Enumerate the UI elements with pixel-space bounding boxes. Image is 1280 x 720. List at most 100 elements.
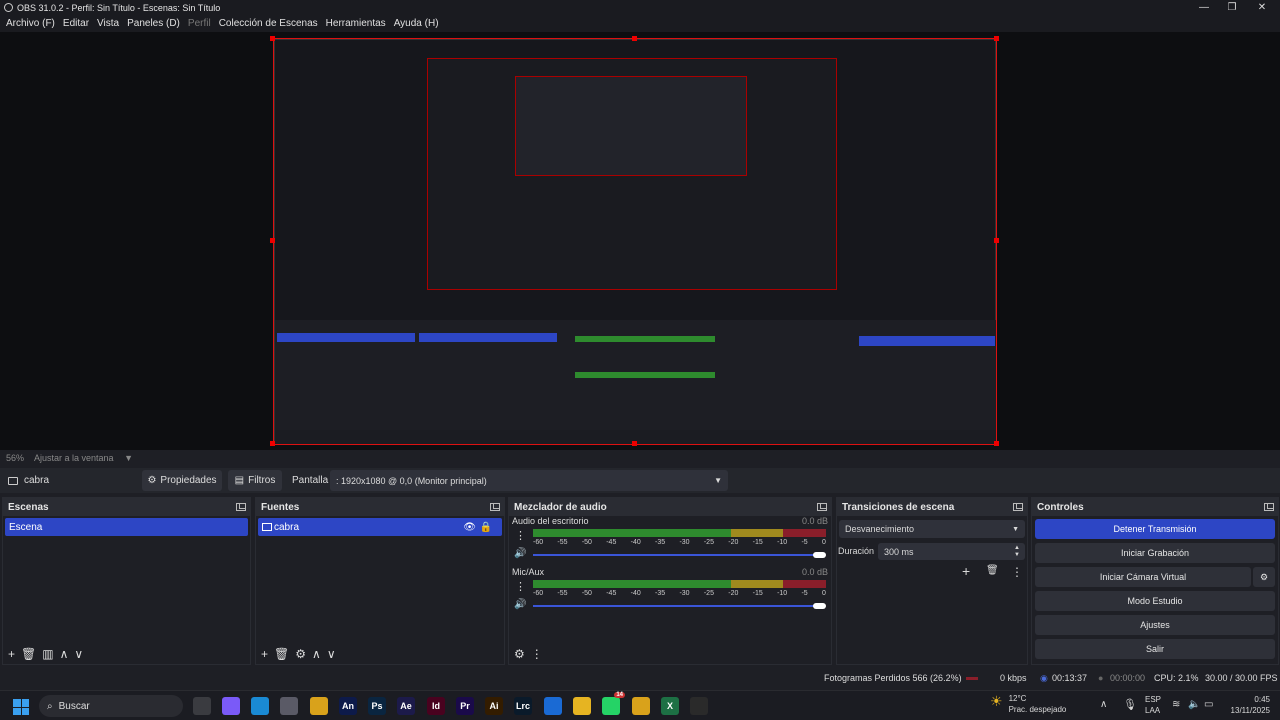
undock-icon[interactable]	[1264, 503, 1274, 511]
transition-menu-icon[interactable]: ⋮	[1011, 565, 1023, 579]
menu-item-1[interactable]: Editar	[59, 18, 93, 29]
add-transition-button[interactable]: +	[962, 563, 970, 579]
mixer-channel: Audio del escritorio 0.0 dB	[512, 516, 828, 526]
undock-icon[interactable]	[817, 503, 827, 511]
scale-tick: -40	[630, 590, 641, 597]
transition-select[interactable]: Desvanecimiento ▼	[839, 520, 1025, 538]
explorer-icon[interactable]	[573, 697, 591, 715]
undock-icon[interactable]	[236, 503, 246, 511]
volume-icon[interactable]: 🔈	[1188, 699, 1200, 710]
studio-mode-button[interactable]: Modo Estudio	[1035, 591, 1275, 611]
move-up-button[interactable]: ∧	[312, 647, 321, 661]
record-time: 00:00:00	[1110, 673, 1146, 683]
wifi-icon[interactable]: ≋	[1172, 699, 1180, 710]
add-scene-button[interactable]: +	[8, 647, 15, 661]
menu-item-5[interactable]: Colección de Escenas	[215, 18, 322, 29]
clock[interactable]: 0:45 13/11/2025	[1226, 694, 1270, 716]
add-source-button[interactable]: +	[261, 647, 268, 661]
move-down-button[interactable]: ∨	[327, 647, 336, 661]
source-toolbar: cabra ⚙ Propiedades ▤ Filtros Pantalla : 1…	[0, 468, 1280, 493]
mixer-menu-icon[interactable]: ⋮	[531, 647, 543, 661]
exit-button[interactable]: Salir	[1035, 639, 1275, 659]
properties-button[interactable]: ⚙ Propiedades	[142, 470, 222, 491]
chrome-icon[interactable]	[310, 697, 328, 715]
channel-menu-icon[interactable]: ⋮	[515, 580, 526, 593]
nested-preview	[274, 39, 996, 444]
menu-item-6[interactable]: Herramientas	[322, 18, 390, 29]
settings-button[interactable]: Ajustes	[1035, 615, 1275, 635]
menu-item-7[interactable]: Ayuda (H)	[390, 18, 443, 29]
scene-item[interactable]: Escena	[5, 518, 248, 536]
microphone-icon[interactable]: 🎙	[1123, 698, 1137, 711]
transitions-title: Transiciones de escena	[842, 501, 955, 513]
lightroom-classic-icon[interactable]: Lrc	[514, 697, 532, 715]
remove-scene-button[interactable]: 🗑	[21, 647, 36, 661]
store-icon[interactable]	[280, 697, 298, 715]
excel-icon[interactable]: X	[661, 697, 679, 715]
menu-item-2[interactable]: Vista	[93, 18, 123, 29]
obs-icon[interactable]	[690, 697, 708, 715]
windows-start-icon[interactable]	[13, 699, 29, 715]
scale-tick: 0	[821, 590, 826, 597]
move-down-button[interactable]: ∨	[74, 647, 83, 661]
animate-icon[interactable]: An	[339, 697, 357, 715]
stop-streaming-button[interactable]: Detener Transmisión	[1035, 519, 1275, 539]
chevron-down-icon: ▼	[714, 476, 722, 485]
whatsapp-icon[interactable]: 14	[602, 692, 625, 715]
stepper-icon[interactable]: ▲ ▼	[1014, 545, 1020, 559]
remove-source-button[interactable]: 🗑	[274, 647, 289, 661]
weather-widget[interactable]: ☀ 12°C Prac. despejado	[990, 693, 1066, 715]
virtual-camera-settings-button[interactable]: ⚙	[1253, 567, 1275, 587]
language-indicator[interactable]: ESP LAA	[1145, 694, 1161, 716]
weather-icon: ☀	[990, 693, 1003, 709]
photoshop-icon[interactable]: Ps	[368, 697, 386, 715]
start-virtual-camera-button[interactable]: Iniciar Cámara Virtual	[1035, 567, 1251, 587]
after-effects-icon[interactable]: Ae	[397, 697, 415, 715]
undock-icon[interactable]	[1013, 503, 1023, 511]
zoom-fit-dropdown[interactable]: Ajustar a la ventana ▼	[34, 453, 133, 463]
menu-item-4[interactable]: Perfil	[184, 18, 215, 29]
scale-tick: -35	[655, 590, 666, 597]
volume-icon[interactable]: 🔊	[514, 599, 526, 610]
task-view-icon[interactable]	[193, 697, 211, 715]
edge-icon[interactable]	[251, 697, 269, 715]
status-bar: Fotogramas Perdidos 566 (26.2%) 0 kbps ◉…	[0, 669, 1280, 688]
eye-icon[interactable]: 👁	[463, 522, 476, 533]
monitor-icon	[262, 523, 272, 531]
mail-icon[interactable]	[544, 697, 562, 715]
illustrator-icon[interactable]: Ai	[485, 697, 503, 715]
menu-item-0[interactable]: Archivo (F)	[2, 18, 59, 29]
scale-tick: -20	[728, 539, 739, 546]
indesign-icon[interactable]: Id	[427, 697, 445, 715]
source-item[interactable]: cabra 👁 🔒	[258, 518, 502, 536]
volume-icon[interactable]: 🔊	[514, 548, 526, 559]
source-properties-button[interactable]: ⚙	[295, 647, 306, 661]
channel-menu-icon[interactable]: ⋮	[515, 529, 526, 542]
preview-area[interactable]	[0, 32, 1280, 450]
start-recording-button[interactable]: Iniciar Grabación	[1035, 543, 1275, 563]
premiere-icon[interactable]: Pr	[456, 697, 474, 715]
remove-transition-button[interactable]: 🗑	[986, 565, 999, 576]
preview-canvas[interactable]	[273, 38, 997, 445]
duration-field[interactable]: 300 ms ▲ ▼	[878, 543, 1025, 560]
battery-icon[interactable]: ▭	[1204, 699, 1213, 710]
mixer-settings-icon[interactable]: ⚙	[514, 647, 525, 661]
volume-slider-knob[interactable]	[813, 552, 826, 558]
menu-item-3[interactable]: Paneles (D)	[123, 18, 184, 29]
taskbar-search[interactable]: ⌕ Buscar	[39, 695, 183, 717]
maximize-button[interactable]: ❐	[1216, 0, 1248, 15]
volume-slider-knob[interactable]	[813, 603, 826, 609]
scale-tick: -10	[777, 590, 788, 597]
move-up-button[interactable]: ∧	[60, 647, 69, 661]
volume-slider[interactable]	[533, 605, 823, 607]
close-button[interactable]: ✕	[1246, 0, 1278, 15]
chevron-up-icon[interactable]: ∧	[1100, 699, 1107, 710]
display-select[interactable]: : 1920x1080 @ 0,0 (Monitor principal) ▼	[330, 470, 728, 491]
filters-button[interactable]: ▤ Filtros	[228, 470, 282, 491]
copilot-icon[interactable]	[222, 697, 240, 715]
chrome2-icon[interactable]	[632, 697, 650, 715]
undock-icon[interactable]	[490, 503, 500, 511]
scene-filters-button[interactable]: ▥	[42, 647, 53, 661]
lock-icon[interactable]: 🔒	[480, 522, 492, 533]
volume-slider[interactable]	[533, 554, 823, 556]
